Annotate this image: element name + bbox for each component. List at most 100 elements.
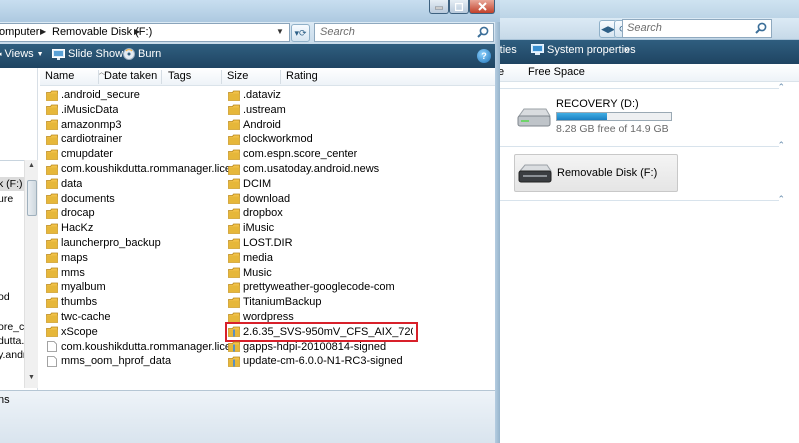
- search-placeholder: Search: [320, 26, 355, 38]
- file-item[interactable]: com.koushikdutta.rommanager.license....: [46, 340, 231, 354]
- more-commands-button[interactable]: »: [624, 44, 630, 56]
- search-icon[interactable]: [754, 21, 768, 35]
- chevron-up-icon[interactable]: ⌃: [777, 140, 785, 151]
- close-button[interactable]: [469, 0, 495, 14]
- file-item[interactable]: 2.6.35_SVS-950mV_CFS_AIX_720p_NoAB...: [225, 321, 418, 342]
- drive-usage-bar: [556, 112, 672, 121]
- folder-item[interactable]: cardiotrainer: [46, 132, 122, 146]
- item-name: 2.6.35_SVS-950mV_CFS_AIX_720p_NoAB...: [243, 325, 413, 338]
- folder-item[interactable]: amazonmp3: [46, 118, 122, 132]
- folder-item[interactable]: mms: [46, 266, 85, 280]
- item-name: LOST.DIR: [243, 237, 293, 249]
- folder-item[interactable]: cmupdater: [46, 147, 113, 161]
- chevron-down-icon[interactable]: ▼: [276, 27, 284, 36]
- nav-pane-scrollbar[interactable]: ▲ ▼: [24, 160, 38, 388]
- bg-titlebar: [494, 0, 799, 18]
- bg-column-header: e Free Space: [494, 64, 799, 82]
- folder-item[interactable]: data: [46, 177, 82, 191]
- folder-item[interactable]: .iMusicData: [46, 103, 118, 117]
- scroll-up-arrow-icon[interactable]: ▲: [28, 162, 35, 169]
- search-input[interactable]: Search: [314, 23, 494, 42]
- removable-drive-icon: [518, 164, 552, 183]
- help-icon[interactable]: ?: [477, 49, 491, 63]
- nav-item[interactable]: ure: [0, 193, 13, 205]
- folder-item[interactable]: prettyweather-googlecode-com: [228, 280, 395, 294]
- drive-name: RECOVERY (D:): [556, 98, 639, 110]
- folder-icon: [46, 208, 58, 219]
- folder-item[interactable]: documents: [46, 192, 115, 206]
- column-name[interactable]: Name: [45, 70, 74, 82]
- folder-item[interactable]: dropbox: [228, 206, 283, 220]
- column-rating[interactable]: Rating: [286, 70, 318, 82]
- folder-item[interactable]: HacKz: [46, 221, 93, 235]
- search-icon[interactable]: [476, 25, 490, 39]
- close-icon: [477, 2, 487, 11]
- nav-item[interactable]: k (F:): [0, 178, 23, 190]
- chevron-up-icon[interactable]: ⌃: [777, 82, 785, 93]
- address-breadcrumb[interactable]: omputer ▶ Removable Disk (F:) ▶ ▼: [0, 23, 290, 42]
- slideshow-button[interactable]: Slide Show: [52, 48, 123, 60]
- folder-icon: [46, 297, 58, 308]
- folder-item[interactable]: Android: [228, 118, 281, 132]
- nav-item[interactable]: y.andr: [0, 349, 26, 361]
- item-name: .iMusicData: [61, 103, 119, 116]
- file-item[interactable]: mms_oom_hprof_data: [46, 354, 171, 368]
- folder-item[interactable]: thumbs: [46, 295, 97, 309]
- drive-usage-fill: [557, 113, 608, 120]
- folder-item[interactable]: maps: [46, 251, 88, 265]
- folder-item[interactable]: media: [228, 251, 273, 265]
- breadcrumb-separator-icon[interactable]: ▶: [40, 27, 46, 36]
- file-item[interactable]: gapps-hdpi-20100814-signed: [228, 340, 386, 354]
- minimize-button[interactable]: [429, 0, 449, 14]
- folder-item[interactable]: LOST.DIR: [228, 236, 293, 250]
- bg-column-free-space[interactable]: Free Space: [528, 66, 585, 78]
- titlebar: [0, 0, 500, 22]
- folder-item[interactable]: wordpress: [228, 310, 294, 324]
- explorer-window[interactable]: omputer ▶ Removable Disk (F:) ▶ ▼ ▾⟳ Sea…: [0, 0, 500, 443]
- column-date-taken[interactable]: Date taken: [104, 70, 157, 82]
- chevron-up-icon[interactable]: ⌃: [777, 194, 785, 205]
- folder-item[interactable]: launcherpro_backup: [46, 236, 161, 250]
- nav-item[interactable]: od: [0, 291, 10, 303]
- folder-item[interactable]: com.espn.score_center: [228, 147, 357, 161]
- folder-item[interactable]: myalbum: [46, 280, 106, 294]
- background-explorer-window[interactable]: ◀▶ ⟳ Search rties System properties » e …: [494, 0, 799, 443]
- system-properties-button[interactable]: System properties: [531, 44, 636, 56]
- recent-locations-button[interactable]: ▾⟳: [291, 24, 310, 42]
- folder-item[interactable]: Music: [228, 266, 272, 280]
- folder-item[interactable]: .dataviz: [228, 88, 281, 102]
- folder-item[interactable]: com.usatoday.android.news: [228, 162, 379, 176]
- views-button[interactable]: ◂ Views ▼: [0, 48, 44, 60]
- nav-item[interactable]: dutta.: [0, 335, 24, 347]
- scroll-down-arrow-icon[interactable]: ▼: [28, 374, 35, 381]
- maximize-button[interactable]: [449, 0, 469, 14]
- breadcrumb-separator-icon[interactable]: ▶: [134, 27, 140, 36]
- folder-item[interactable]: iMusic: [228, 221, 274, 235]
- folder-item[interactable]: .android_secure: [46, 88, 140, 102]
- item-name: com.koushikdutta.rommanager.license: [61, 163, 231, 175]
- navigation-pane: k (F:) ure od ore_ce dutta. y.andr ▲ ▼: [0, 68, 38, 390]
- folder-item[interactable]: clockworkmod: [228, 132, 313, 146]
- folder-item[interactable]: DCIM: [228, 177, 271, 191]
- drive-tile-removable[interactable]: Removable Disk (F:): [514, 154, 678, 192]
- folder-item[interactable]: .ustream: [228, 103, 286, 117]
- file-item[interactable]: update-cm-6.0.0-N1-RC3-signed: [228, 354, 403, 368]
- column-size[interactable]: Size: [227, 70, 248, 82]
- bg-toolbar: rties System properties »: [494, 40, 799, 64]
- scrollbar-thumb[interactable]: [27, 180, 37, 216]
- folder-item[interactable]: drocap: [46, 206, 95, 220]
- folder-item[interactable]: TitaniumBackup: [228, 295, 321, 309]
- column-tags[interactable]: Tags: [168, 70, 191, 82]
- item-name: .dataviz: [243, 89, 281, 101]
- folder-item[interactable]: xScope: [46, 325, 98, 339]
- bg-search-input[interactable]: Search: [622, 19, 772, 38]
- folder-icon: [228, 178, 240, 190]
- views-label: Views: [4, 48, 34, 60]
- breadcrumb-computer[interactable]: omputer: [0, 26, 39, 38]
- item-name: TitaniumBackup: [243, 296, 322, 309]
- folder-item[interactable]: com.koushikdutta.rommanager.license: [46, 162, 231, 176]
- system-properties-label: System properties: [547, 44, 636, 56]
- burn-button[interactable]: Burn: [123, 48, 161, 60]
- folder-item[interactable]: download: [228, 192, 290, 206]
- folder-item[interactable]: twc-cache: [46, 310, 111, 324]
